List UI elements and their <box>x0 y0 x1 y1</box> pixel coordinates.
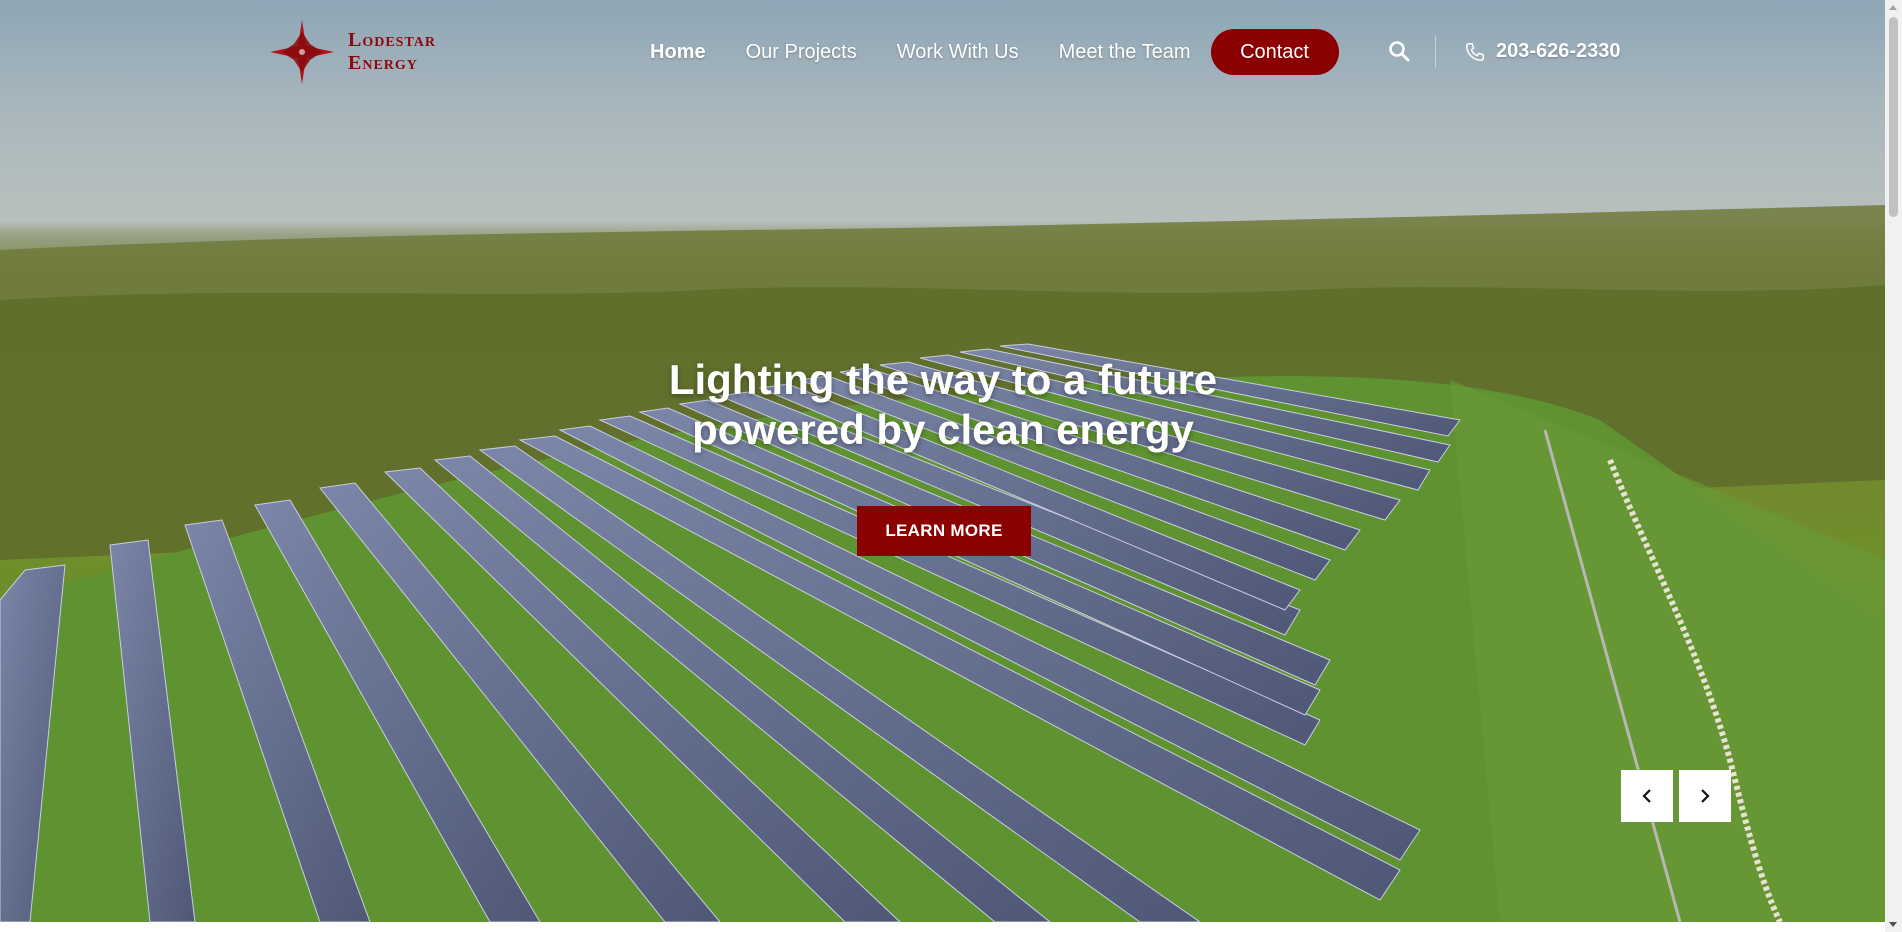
brand-name-line1: Lodestar <box>348 29 436 51</box>
hero-section: Lodestar Energy Home Our Projects Work W… <box>0 0 1885 922</box>
vertical-scrollbar[interactable] <box>1885 0 1902 932</box>
phone-link[interactable]: 203-626-2330 <box>1464 40 1621 63</box>
scrollbar-thumb[interactable] <box>1889 17 1898 217</box>
hero-headline-line1: Lighting the way to a future <box>668 356 1218 403</box>
phone-number: 203-626-2330 <box>1496 40 1621 62</box>
scroll-up-arrow-icon[interactable] <box>1889 5 1897 10</box>
hero-headline-line2: powered by clean energy <box>692 406 1194 453</box>
search-icon[interactable] <box>1388 40 1410 62</box>
nav-item-home[interactable]: Home <box>650 41 706 64</box>
brand-logo[interactable]: Lodestar Energy <box>270 20 436 84</box>
learn-more-button[interactable]: LEARN MORE <box>857 506 1031 556</box>
phone-icon <box>1466 42 1484 61</box>
main-nav: Home Our Projects Work With Us Meet the … <box>650 28 1339 76</box>
chevron-left-icon <box>1642 789 1651 803</box>
header-divider <box>1435 36 1436 68</box>
nav-item-our-projects[interactable]: Our Projects <box>746 41 857 64</box>
nav-item-meet-the-team[interactable]: Meet the Team <box>1059 41 1191 64</box>
page-below-hero <box>0 922 1885 932</box>
slider-prev-button[interactable] <box>1621 770 1673 822</box>
scroll-down-arrow-icon[interactable] <box>1889 922 1897 927</box>
contact-button[interactable]: Contact <box>1210 29 1339 75</box>
compass-star-icon <box>270 20 334 84</box>
hero-background-image <box>0 205 1885 922</box>
brand-name: Lodestar Energy <box>348 29 436 75</box>
nav-item-work-with-us[interactable]: Work With Us <box>897 41 1019 64</box>
chevron-right-icon <box>1701 789 1710 803</box>
hero-headline: Lighting the way to a future powered by … <box>560 355 1326 455</box>
brand-name-line2: Energy <box>348 52 418 74</box>
slider-next-button[interactable] <box>1679 770 1731 822</box>
